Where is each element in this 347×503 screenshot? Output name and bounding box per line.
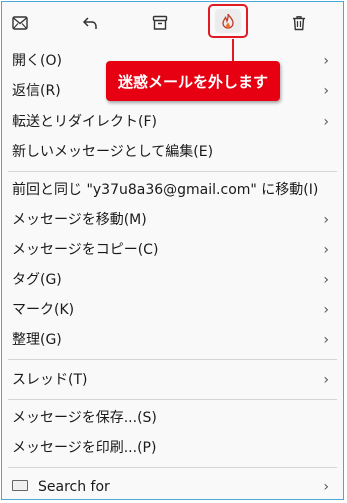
menu-item-label: メッセージを移動(M) [12, 212, 147, 228]
menu-item-open[interactable]: 開く(O) › [2, 46, 343, 76]
menu-item-label: マーク(K) [12, 302, 75, 318]
archive-icon [152, 15, 168, 31]
flame-icon [221, 13, 235, 29]
menu-item-label: 前回と同じ "y37u8a36@gmail.com" に移動(I) [12, 182, 319, 198]
reply-button[interactable] [74, 8, 106, 38]
chevron-right-icon: › [323, 372, 329, 388]
menu-item-label: メッセージをコピー(C) [12, 242, 159, 258]
menu-item-label: 開く(O) [12, 53, 62, 69]
chevron-right-icon: › [323, 302, 329, 318]
not-junk-button-inner [215, 9, 241, 33]
menu-item-copy[interactable]: メッセージをコピー(C) › [2, 235, 343, 265]
menu-item-label: スレッド(T) [12, 372, 88, 388]
menu-toolbar [2, 2, 343, 44]
menu-item-edit-as-new[interactable]: 新しいメッセージとして編集(E) [2, 137, 343, 167]
menu-item-label: メッセージを保存...(S) [12, 410, 157, 426]
menu-item-forward[interactable]: 転送とリダイレクト(F) › [2, 107, 343, 137]
chevron-right-icon: › [323, 83, 329, 99]
menu-item-reply[interactable]: 返信(R) › [2, 76, 343, 106]
menu-separator [8, 399, 337, 400]
menu-item-save[interactable]: メッセージを保存...(S) [2, 403, 343, 433]
menu-item-go-to[interactable]: 前回と同じ "y37u8a36@gmail.com" に移動(I) [2, 175, 343, 205]
chevron-right-icon: › [323, 479, 329, 495]
menu-item-label: 整理(G) [12, 332, 62, 348]
chevron-right-icon: › [323, 272, 329, 288]
delete-button[interactable] [283, 8, 315, 38]
chevron-right-icon: › [323, 242, 329, 258]
chevron-right-icon: › [323, 332, 329, 348]
menu-separator [8, 359, 337, 360]
menu-separator [8, 171, 337, 172]
menu-item-label: 新しいメッセージとして編集(E) [12, 144, 214, 160]
menu-item-mark[interactable]: マーク(K) › [2, 295, 343, 325]
chevron-right-icon: › [323, 114, 329, 130]
archive-button[interactable] [144, 8, 176, 38]
menu-item-label: Search for [12, 472, 110, 502]
context-menu: 迷惑メールを外します 開く(O) › 返信(R) › 転送とリダイレクト(F) … [1, 1, 344, 500]
not-junk-button[interactable] [208, 4, 248, 38]
chevron-right-icon: › [323, 53, 329, 69]
menu-item-tag[interactable]: タグ(G) › [2, 265, 343, 295]
search-for-text: Search for [38, 479, 110, 495]
menu-item-label: メッセージを印刷...(P) [12, 440, 157, 456]
search-engine-icon [12, 479, 28, 491]
trash-icon [292, 15, 306, 31]
reply-icon [82, 16, 98, 30]
menu-item-thread[interactable]: スレッド(T) › [2, 365, 343, 395]
menu-item-label: タグ(G) [12, 272, 62, 288]
menu-separator [8, 467, 337, 468]
chevron-right-icon: › [323, 212, 329, 228]
menu-item-print[interactable]: メッセージを印刷...(P) [2, 433, 343, 463]
menu-item-label: 転送とリダイレクト(F) [12, 114, 157, 130]
menu-item-move[interactable]: メッセージを移動(M) › [2, 205, 343, 235]
mark-read-button[interactable] [4, 8, 36, 38]
menu-item-label: 返信(R) [12, 83, 61, 99]
envelope-icon [12, 16, 28, 30]
menu-item-search-for[interactable]: Search for › [2, 472, 343, 502]
menu-item-organize[interactable]: 整理(G) › [2, 325, 343, 355]
